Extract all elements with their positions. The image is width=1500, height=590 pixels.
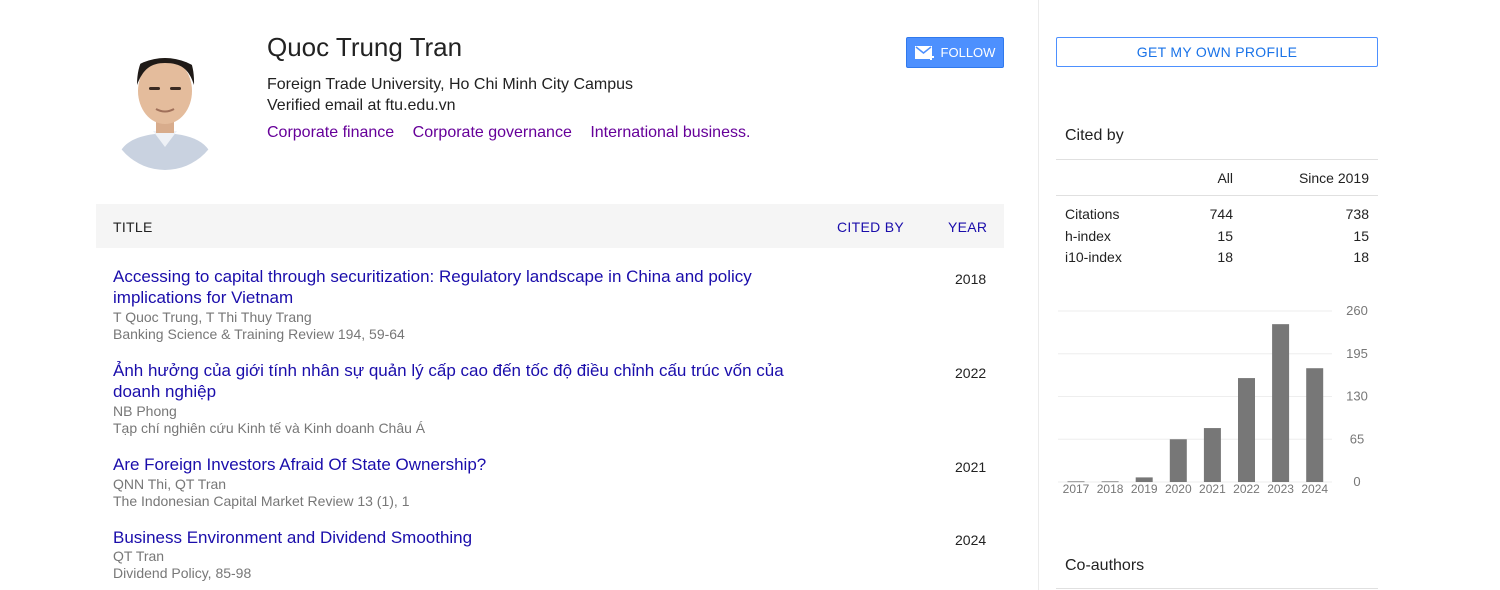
interest-link[interactable]: International business. xyxy=(590,124,750,141)
header-cited-by-sort[interactable]: CITED BY xyxy=(837,219,904,235)
x-tick-label: 2022 xyxy=(1233,482,1260,496)
article-venue: Banking Science & Training Review 194, 5… xyxy=(113,326,405,342)
y-tick-label: 65 xyxy=(1350,431,1364,446)
y-tick-label: 130 xyxy=(1346,389,1368,404)
article-title-link[interactable]: Are Foreign Investors Afraid Of State Ow… xyxy=(113,454,803,475)
article-venue: Tạp chí nghiên cứu Kinh tế và Kinh doanh… xyxy=(113,420,426,436)
x-tick-label: 2017 xyxy=(1063,482,1090,496)
cited-by-heading: Cited by xyxy=(1065,127,1124,144)
col-since: Since 2019 xyxy=(1298,170,1369,186)
divider xyxy=(1056,195,1378,196)
x-tick-label: 2021 xyxy=(1199,482,1226,496)
article-venue: Dividend Policy, 85-98 xyxy=(113,565,252,581)
profile-affiliation: Foreign Trade University, Ho Chi Minh Ci… xyxy=(267,76,634,93)
stat-all: 15 xyxy=(1217,228,1233,244)
x-tick-label: 2019 xyxy=(1131,482,1158,496)
interest-link[interactable]: Corporate finance xyxy=(267,124,394,141)
article-authors: NB Phong xyxy=(113,403,177,419)
chart-bar-2023[interactable] xyxy=(1272,324,1290,482)
x-tick-label: 2023 xyxy=(1267,482,1294,496)
stat-label: h-index xyxy=(1065,228,1111,244)
x-tick-label: 2018 xyxy=(1097,482,1124,496)
research-interests: Corporate finance Corporate governance I… xyxy=(267,124,764,142)
chart-bar-2021[interactable] xyxy=(1203,428,1221,482)
divider xyxy=(1056,588,1378,589)
articles-table-header: TITLE CITED BY YEAR xyxy=(96,204,1004,248)
header-title: TITLE xyxy=(113,219,153,235)
profile-photo xyxy=(109,58,221,170)
profile-email: Verified email at ftu.edu.vn xyxy=(267,97,456,114)
follow-mail-icon xyxy=(914,45,934,60)
x-tick-label: 2024 xyxy=(1301,482,1328,496)
y-tick-label: 260 xyxy=(1346,303,1368,318)
chart-bar-2024[interactable] xyxy=(1306,368,1324,482)
interest-link[interactable]: Corporate governance xyxy=(413,124,572,141)
article-venue: The Indonesian Capital Market Review 13 … xyxy=(113,493,410,509)
article-authors: QT Tran xyxy=(113,548,165,564)
sidebar xyxy=(1038,0,1500,590)
article-year: 2021 xyxy=(955,459,987,475)
get-my-own-profile-button[interactable]: GET MY OWN PROFILE xyxy=(1056,37,1378,67)
stat-since: 738 xyxy=(1345,206,1369,222)
stat-since: 15 xyxy=(1353,228,1369,244)
divider xyxy=(1056,159,1378,160)
header-year-sort[interactable]: YEAR xyxy=(948,219,987,235)
stat-all: 18 xyxy=(1217,249,1233,265)
article-authors: T Quoc Trung, T Thi Thuy Trang xyxy=(113,309,312,325)
article-title-link[interactable]: Accessing to capital through securitizat… xyxy=(113,266,803,308)
stat-label: Citations xyxy=(1065,206,1120,222)
co-authors-heading: Co-authors xyxy=(1065,557,1145,574)
profile-name: Quoc Trung Tran xyxy=(267,32,463,62)
chart-bar-2022[interactable] xyxy=(1238,378,1255,482)
stat-since: 18 xyxy=(1353,249,1369,265)
article-authors: QNN Thi, QT Tran xyxy=(113,476,227,492)
article-year: 2018 xyxy=(955,271,987,287)
stat-label: i10-index xyxy=(1065,249,1122,265)
y-tick-label: 0 xyxy=(1353,474,1360,489)
article-year: 2022 xyxy=(955,365,987,381)
chart-bar-2020[interactable] xyxy=(1169,439,1187,482)
citations-bar-chart: 0 65 130 195 260 2017 2018 2019 2020 2021 2022 2023… xyxy=(1058,303,1368,496)
y-tick-label: 195 xyxy=(1346,346,1368,361)
article-title-link[interactable]: Ảnh hưởng của giới tính nhân sự quản lý … xyxy=(113,360,813,402)
follow-button[interactable]: FOLLOW xyxy=(906,37,1004,68)
col-all: All xyxy=(1217,170,1233,186)
stat-all: 744 xyxy=(1209,206,1233,222)
x-tick-label: 2020 xyxy=(1165,482,1192,496)
follow-label: FOLLOW xyxy=(940,45,996,60)
article-year: 2024 xyxy=(955,532,987,548)
article-title-link[interactable]: Business Environment and Dividend Smooth… xyxy=(113,527,803,548)
